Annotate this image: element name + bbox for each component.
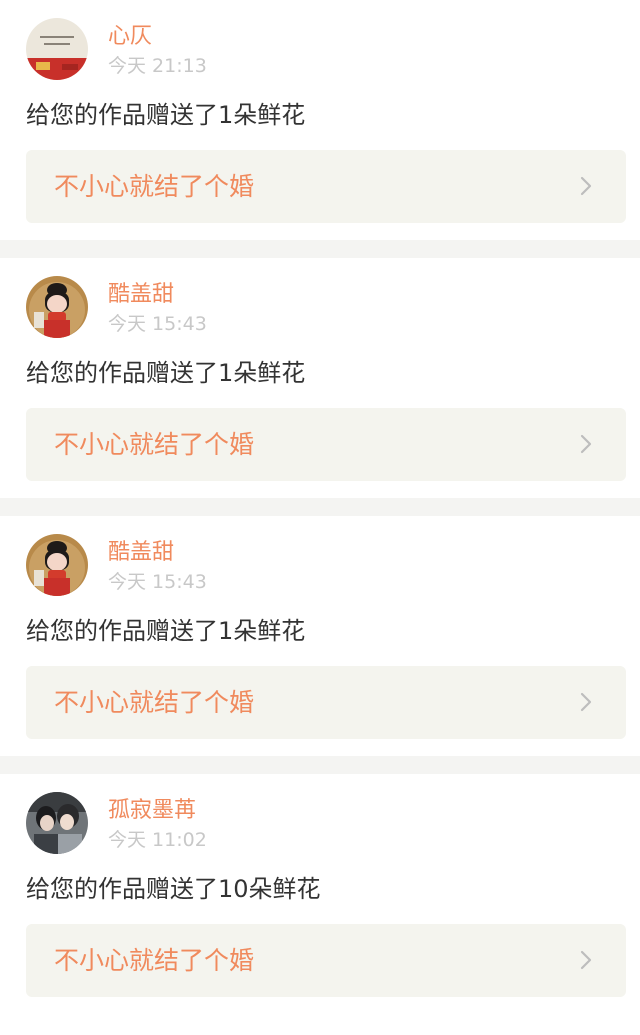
notification-card: 心仄 今天 21:13 给您的作品赠送了1朵鲜花 不小心就结了个婚 (0, 0, 640, 240)
notification-card: 酷盖甜 今天 15:43 给您的作品赠送了1朵鲜花 不小心就结了个婚 (0, 516, 640, 756)
work-link[interactable]: 不小心就结了个婚 (26, 150, 626, 223)
chevron-right-icon (574, 432, 598, 456)
cartoon-girl-icon (26, 276, 88, 338)
gift-message: 给您的作品赠送了1朵鲜花 (26, 617, 306, 645)
user-avatar[interactable] (26, 534, 88, 596)
notification-feed: 心仄 今天 21:13 给您的作品赠送了1朵鲜花 不小心就结了个婚 酷盖甜 今天… (0, 0, 640, 1035)
username[interactable]: 酷盖甜 (108, 282, 174, 308)
couple-photo-icon (26, 792, 88, 854)
chevron-right-icon (574, 174, 598, 198)
gift-message: 给您的作品赠送了1朵鲜花 (26, 101, 306, 129)
notification-card: 孤寂墨苒 今天 11:02 给您的作品赠送了10朵鲜花 不小心就结了个婚 (0, 774, 640, 1035)
user-avatar[interactable] (26, 18, 88, 80)
timestamp: 今天 21:13 (108, 55, 207, 77)
work-title: 不小心就结了个婚 (54, 946, 255, 975)
username[interactable]: 孤寂墨苒 (108, 798, 196, 824)
chevron-right-icon (574, 690, 598, 714)
work-link[interactable]: 不小心就结了个婚 (26, 666, 626, 739)
timestamp: 今天 15:43 (108, 313, 207, 335)
work-title: 不小心就结了个婚 (54, 430, 255, 459)
work-title: 不小心就结了个婚 (54, 172, 255, 201)
cartoon-girl-icon (26, 534, 88, 596)
timestamp: 今天 15:43 (108, 571, 207, 593)
work-link[interactable]: 不小心就结了个婚 (26, 924, 626, 997)
work-title: 不小心就结了个婚 (54, 688, 255, 717)
work-link[interactable]: 不小心就结了个婚 (26, 408, 626, 481)
username[interactable]: 心仄 (108, 24, 152, 50)
gift-message: 给您的作品赠送了10朵鲜花 (26, 875, 321, 903)
timestamp: 今天 11:02 (108, 829, 207, 851)
gift-message: 给您的作品赠送了1朵鲜花 (26, 359, 306, 387)
notification-card: 酷盖甜 今天 15:43 给您的作品赠送了1朵鲜花 不小心就结了个婚 (0, 258, 640, 498)
username[interactable]: 酷盖甜 (108, 540, 174, 566)
user-avatar[interactable] (26, 276, 88, 338)
user-avatar[interactable] (26, 792, 88, 854)
chevron-right-icon (574, 948, 598, 972)
photo-avatar-icon (26, 18, 88, 80)
